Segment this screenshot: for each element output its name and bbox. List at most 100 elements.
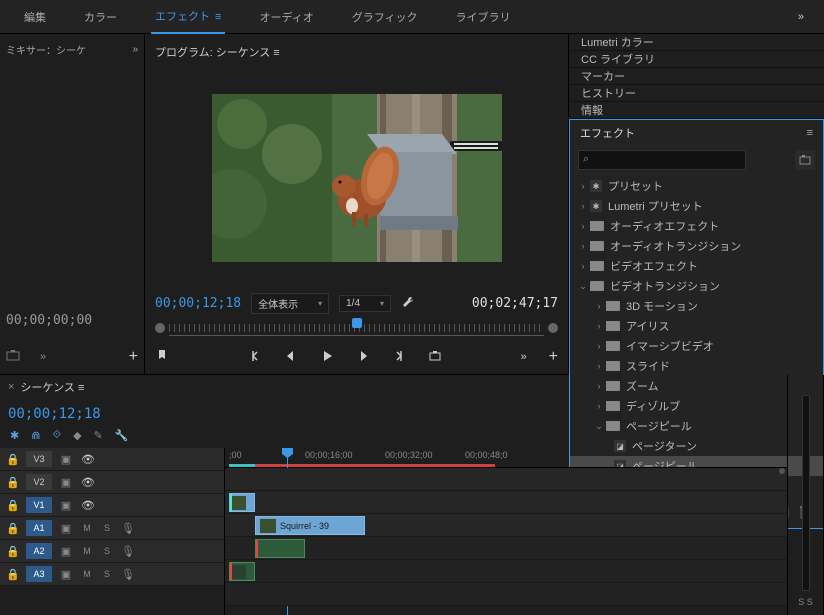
tab-edit[interactable]: 編集 <box>20 1 50 33</box>
track-header-a2[interactable]: 🔒 A2 ▣ M S 🎙 <box>0 540 224 563</box>
lock-icon[interactable]: 🔒 <box>6 476 20 489</box>
marker-tool-icon[interactable]: ◆ <box>73 429 81 442</box>
export-frame-icon[interactable] <box>428 349 442 366</box>
zoom-fit-dropdown[interactable]: 全体表示▾ <box>251 293 329 314</box>
tree-slide[interactable]: ›スライド <box>570 356 823 376</box>
eye-icon[interactable]: 👁 <box>80 476 96 489</box>
close-icon[interactable]: × <box>8 381 14 393</box>
lock-icon[interactable]: 🔒 <box>6 545 20 558</box>
solo-button[interactable]: S <box>100 544 114 558</box>
track-header-v1[interactable]: 🔒 V1 ▣ 👁 <box>0 494 224 517</box>
clip-v2[interactable] <box>229 493 255 512</box>
mixer-timecode[interactable]: 00;00;00;00 <box>6 313 138 328</box>
lock-icon[interactable]: 🔒 <box>6 453 20 466</box>
tree-lumetri-presets[interactable]: ›✱Lumetri プリセット <box>570 196 823 216</box>
eye-icon[interactable]: 👁 <box>80 499 96 512</box>
track-a1-lane[interactable] <box>225 537 787 560</box>
track-header-v2[interactable]: 🔒 V2 ▣ 👁 <box>0 471 224 494</box>
tree-immersive[interactable]: ›イマーシブビデオ <box>570 336 823 356</box>
mark-out-icon[interactable] <box>392 349 406 366</box>
mixer-add-button[interactable]: + <box>129 348 138 366</box>
mute-button[interactable]: M <box>80 544 94 558</box>
mic-icon[interactable]: 🎙 <box>120 568 136 581</box>
clip-v1-squirrel[interactable]: Squirrel - 39 <box>255 516 365 535</box>
tree-video-transitions[interactable]: ⌄ビデオトランジション <box>570 276 823 296</box>
program-playhead[interactable] <box>352 318 362 328</box>
clip-a1[interactable] <box>255 539 305 558</box>
panel-cc-library[interactable]: CC ライブラリ <box>569 51 824 68</box>
track-label-a3[interactable]: A3 <box>26 566 52 582</box>
tab-graphics[interactable]: グラフィック <box>348 1 422 33</box>
tree-video-effects[interactable]: ›ビデオエフェクト <box>570 256 823 276</box>
program-ruler[interactable] <box>169 320 544 336</box>
tabs-overflow-icon[interactable]: » <box>798 11 804 23</box>
transport-chevron-icon[interactable]: » <box>521 351 527 363</box>
clip-a2[interactable] <box>229 562 255 581</box>
export-frame-icon[interactable] <box>6 349 20 366</box>
track-label-v2[interactable]: V2 <box>26 474 52 490</box>
transport-add-button[interactable]: + <box>549 348 558 366</box>
panel-lumetri-color[interactable]: Lumetri カラー <box>569 34 824 51</box>
track-a2-lane[interactable] <box>225 560 787 583</box>
sync-lock-icon[interactable]: ▣ <box>58 499 74 512</box>
linked-selection-icon[interactable]: ⟐ <box>52 429 61 442</box>
program-monitor[interactable] <box>155 68 558 287</box>
eye-icon[interactable]: 👁 <box>80 453 96 466</box>
tree-iris[interactable]: ›アイリス <box>570 316 823 336</box>
mic-icon[interactable]: 🎙 <box>120 545 136 558</box>
sync-lock-icon[interactable]: ▣ <box>58 453 74 466</box>
lock-icon[interactable]: 🔒 <box>6 568 20 581</box>
tree-presets[interactable]: ›✱プリセット <box>570 176 823 196</box>
lock-icon[interactable]: 🔒 <box>6 522 20 535</box>
tree-3d-motion[interactable]: ›3D モーション <box>570 296 823 316</box>
effects-panel-menu-icon[interactable]: ≡ <box>807 127 813 139</box>
effects-search-input[interactable] <box>578 150 746 170</box>
wrench-icon[interactable] <box>401 295 415 312</box>
track-label-a2[interactable]: A2 <box>26 543 52 559</box>
track-label-v3[interactable]: V3 <box>26 451 52 467</box>
tree-audio-transitions[interactable]: ›オーディオトランジション <box>570 236 823 256</box>
mute-button[interactable]: M <box>80 521 94 535</box>
panel-info[interactable]: 情報 <box>569 102 824 119</box>
lock-icon[interactable]: 🔒 <box>6 499 20 512</box>
panel-markers[interactable]: マーカー <box>569 68 824 85</box>
step-forward-icon[interactable] <box>356 349 370 366</box>
settings-icon[interactable]: ✎ <box>94 429 103 442</box>
track-v3-lane[interactable] <box>225 468 787 491</box>
mute-button[interactable]: M <box>80 567 94 581</box>
zoom-handle-top[interactable] <box>779 468 785 474</box>
track-label-v1[interactable]: V1 <box>26 497 52 513</box>
tab-audio[interactable]: オーディオ <box>255 1 317 33</box>
tab-library[interactable]: ライブラリ <box>452 1 515 33</box>
tree-audio-effects[interactable]: ›オーディオエフェクト <box>570 216 823 236</box>
wrench-icon[interactable]: 🔧 <box>115 429 129 442</box>
mic-icon[interactable]: 🎙 <box>120 522 136 535</box>
track-a3-lane[interactable] <box>225 583 787 606</box>
track-area[interactable]: ;00 00;00;16;00 00;00;32;00 00;00;48;0 S… <box>225 448 787 615</box>
add-marker-icon[interactable] <box>155 349 169 366</box>
step-back-icon[interactable] <box>284 349 298 366</box>
track-v2-lane[interactable] <box>225 491 787 514</box>
mixer-overflow-icon[interactable]: » <box>132 44 138 55</box>
snap-icon[interactable]: ✱ <box>10 429 19 442</box>
track-header-a1[interactable]: 🔒 A1 ▣ M S 🎙 <box>0 517 224 540</box>
magnet-icon[interactable]: ⋒ <box>31 429 40 442</box>
panel-history[interactable]: ヒストリー <box>569 85 824 102</box>
resolution-dropdown[interactable]: 1/4▾ <box>339 295 391 312</box>
timeline-timecode[interactable]: 00;00;12;18 <box>8 406 101 422</box>
solo-button[interactable]: S <box>100 521 114 535</box>
track-v1-lane[interactable]: Squirrel - 39 <box>225 514 787 537</box>
sync-lock-icon[interactable]: ▣ <box>58 476 74 489</box>
tab-effects[interactable]: エフェクト ≡ <box>151 0 225 34</box>
track-header-a3[interactable]: 🔒 A3 ▣ M S 🎙 <box>0 563 224 586</box>
sync-lock-icon[interactable]: ▣ <box>58 545 74 558</box>
mixer-chevron-icon[interactable]: » <box>40 351 46 363</box>
tab-color[interactable]: カラー <box>80 1 121 33</box>
ruler-end-knob[interactable] <box>548 323 558 333</box>
play-icon[interactable] <box>320 349 334 366</box>
sequence-tab[interactable]: シーケンス ≡ <box>20 379 84 395</box>
program-current-timecode[interactable]: 00;00;12;18 <box>155 296 241 311</box>
mark-in-icon[interactable] <box>248 349 262 366</box>
track-label-a1[interactable]: A1 <box>26 520 52 536</box>
audio-meter[interactable] <box>802 395 810 591</box>
